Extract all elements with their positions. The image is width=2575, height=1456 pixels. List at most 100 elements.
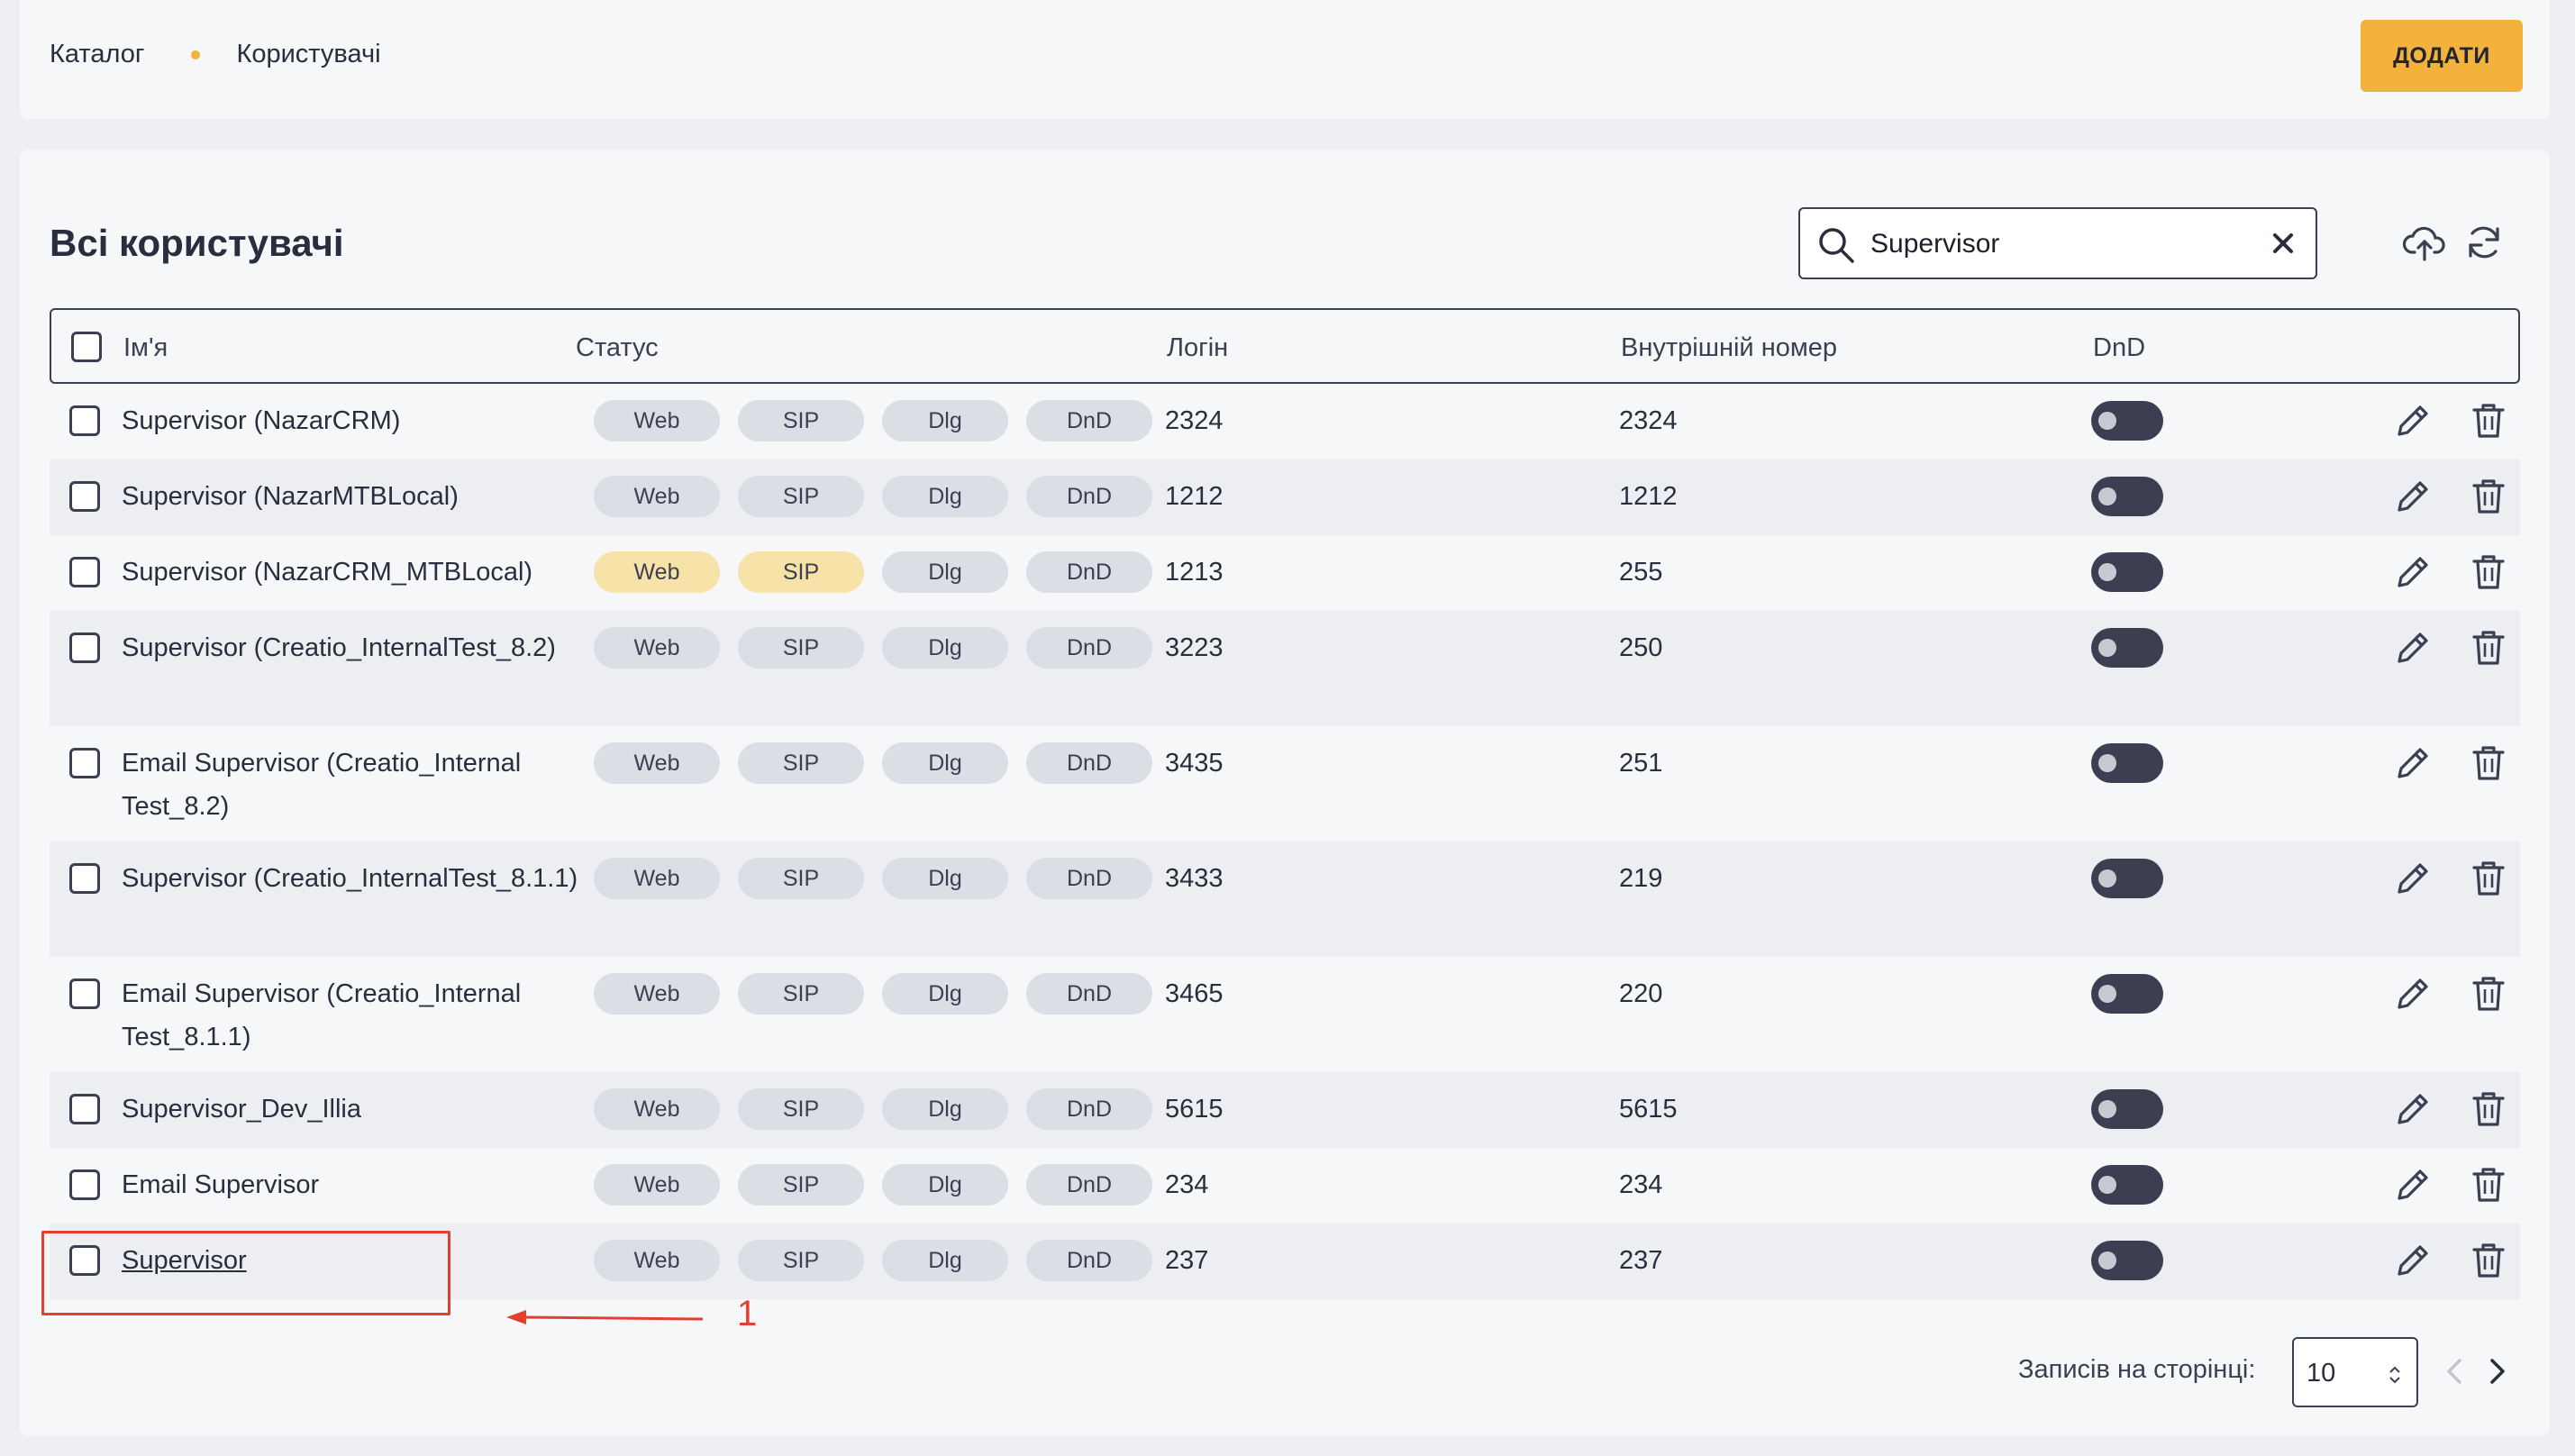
column-status[interactable]: Статус	[576, 333, 659, 363]
status-pill-sip: SIP	[738, 400, 864, 441]
status-pill-sip: SIP	[738, 627, 864, 669]
toggle-knob	[2098, 1100, 2116, 1118]
status-pill-dnd: DnD	[1026, 400, 1152, 441]
pencil-icon[interactable]	[2392, 400, 2434, 441]
table-row[interactable]: Supervisor (NazarMTBLocal) Web SIP Dlg DnD 12…	[50, 460, 2520, 535]
user-name: Supervisor (Creatio_InternalTest_8.1.1)	[122, 864, 578, 893]
user-extension: 250	[1619, 633, 1663, 662]
row-checkbox[interactable]	[69, 1094, 100, 1124]
dnd-toggle[interactable]	[2091, 477, 2163, 516]
user-login: 234	[1165, 1170, 1209, 1199]
select-all-checkbox[interactable]	[71, 332, 102, 362]
user-name: Supervisor (NazarCRM_MTBLocal)	[122, 558, 533, 587]
trash-icon[interactable]	[2468, 400, 2509, 441]
row-checkbox[interactable]	[69, 632, 100, 663]
table-row[interactable]: Supervisor (Creatio_InternalTest_8.1.1) W…	[50, 842, 2520, 957]
table-row[interactable]: Email Supervisor (Creatio_Internal Test_…	[50, 957, 2520, 1072]
trash-icon[interactable]	[2468, 551, 2509, 593]
search-input[interactable]	[1870, 222, 2249, 267]
trash-icon[interactable]	[2468, 1088, 2509, 1130]
toggle-knob	[2098, 985, 2116, 1003]
column-dnd[interactable]: DnD	[2093, 333, 2145, 363]
trash-icon[interactable]	[2468, 1240, 2509, 1281]
trash-icon[interactable]	[2468, 627, 2509, 669]
annotation-number: 1	[737, 1294, 758, 1333]
search-box[interactable]	[1798, 207, 2317, 279]
pencil-icon[interactable]	[2392, 551, 2434, 593]
user-login: 3465	[1165, 979, 1224, 1008]
chevron-right-icon[interactable]	[2483, 1355, 2510, 1388]
user-login: 2324	[1165, 406, 1224, 435]
table-row[interactable]: Email Supervisor Web SIP Dlg DnD 234 234	[50, 1148, 2520, 1224]
upload-icon[interactable]	[2402, 220, 2447, 265]
table-row[interactable]: Supervisor (Creatio_InternalTest_8.2) Web…	[50, 611, 2520, 726]
dnd-toggle[interactable]	[2091, 743, 2163, 783]
pencil-icon[interactable]	[2392, 1164, 2434, 1206]
dnd-toggle[interactable]	[2091, 859, 2163, 898]
status-pill-web: Web	[594, 400, 720, 441]
pencil-icon[interactable]	[2392, 1088, 2434, 1130]
status-pill-web: Web	[594, 476, 720, 517]
row-checkbox[interactable]	[69, 978, 100, 1009]
row-checkbox[interactable]	[69, 1169, 100, 1200]
user-name: Email Supervisor (Creatio_Internal Test_…	[122, 749, 522, 821]
status-pill-dlg: Dlg	[882, 551, 1008, 593]
user-login: 5615	[1165, 1095, 1224, 1124]
column-extension[interactable]: Внутрішній номер	[1621, 333, 1837, 363]
table-row[interactable]: Supervisor_Dev_Illia Web SIP Dlg DnD 5615 5615	[50, 1072, 2520, 1148]
row-checkbox[interactable]	[69, 863, 100, 894]
pencil-icon[interactable]	[2392, 973, 2434, 1015]
row-checkbox[interactable]	[69, 748, 100, 778]
user-extension: 255	[1619, 558, 1663, 587]
trash-icon[interactable]	[2468, 742, 2509, 784]
table-row[interactable]: Supervisor (NazarCRM) Web SIP Dlg DnD 2324 232…	[50, 384, 2520, 460]
toggle-knob	[2098, 869, 2116, 887]
per-page-select[interactable]: 10	[2292, 1337, 2418, 1407]
page-title: Всі користувачі	[50, 222, 344, 264]
row-checkbox[interactable]	[69, 405, 100, 436]
top-bar: Каталог Користувачі ДОДАТИ	[20, 0, 2550, 119]
status-pill-dlg: Dlg	[882, 1240, 1008, 1281]
trash-icon[interactable]	[2468, 1164, 2509, 1206]
per-page-label: Записів на сторінці:	[2018, 1355, 2256, 1384]
pencil-icon[interactable]	[2392, 476, 2434, 517]
refresh-icon[interactable]	[2461, 220, 2507, 265]
status-pill-web: Web	[594, 858, 720, 899]
add-button[interactable]: ДОДАТИ	[2361, 20, 2523, 92]
row-checkbox[interactable]	[69, 557, 100, 587]
dnd-toggle[interactable]	[2091, 1089, 2163, 1129]
trash-icon[interactable]	[2468, 476, 2509, 517]
status-pill-web: Web	[594, 1164, 720, 1206]
toggle-knob	[2098, 412, 2116, 430]
breadcrumb-catalog[interactable]: Каталог	[50, 40, 144, 69]
dnd-toggle[interactable]	[2091, 401, 2163, 441]
dnd-toggle[interactable]	[2091, 1241, 2163, 1280]
dnd-toggle[interactable]	[2091, 552, 2163, 592]
status-pill-sip: SIP	[738, 1164, 864, 1206]
dnd-toggle[interactable]	[2091, 1165, 2163, 1205]
dnd-toggle[interactable]	[2091, 628, 2163, 668]
dnd-toggle[interactable]	[2091, 974, 2163, 1014]
table-row[interactable]: Email Supervisor (Creatio_Internal Test_…	[50, 726, 2520, 842]
row-checkbox[interactable]	[69, 481, 100, 512]
breadcrumb-users: Користувачі	[236, 40, 381, 68]
column-name[interactable]: Ім'я	[123, 333, 168, 363]
search-icon	[1819, 228, 1854, 263]
column-login[interactable]: Логін	[1167, 333, 1228, 363]
table-row[interactable]: Supervisor (NazarCRM_MTBLocal) Web SIP Dlg D…	[50, 535, 2520, 611]
per-page-value: 10	[2307, 1359, 2336, 1388]
status-pill-dnd: DnD	[1026, 858, 1152, 899]
status-pill-web: Web	[594, 551, 720, 593]
user-login: 237	[1165, 1246, 1209, 1275]
status-pill-dnd: DnD	[1026, 1164, 1152, 1206]
trash-icon[interactable]	[2468, 973, 2509, 1015]
close-icon[interactable]	[2269, 229, 2297, 258]
pencil-icon[interactable]	[2392, 858, 2434, 899]
chevron-left-icon[interactable]	[2442, 1355, 2469, 1388]
table-header: Ім'я Статус Логін Внутрішній номер DnD	[50, 308, 2520, 384]
pencil-icon[interactable]	[2392, 627, 2434, 669]
trash-icon[interactable]	[2468, 858, 2509, 899]
status-pill-dlg: Dlg	[882, 627, 1008, 669]
pencil-icon[interactable]	[2392, 1240, 2434, 1281]
pencil-icon[interactable]	[2392, 742, 2434, 784]
